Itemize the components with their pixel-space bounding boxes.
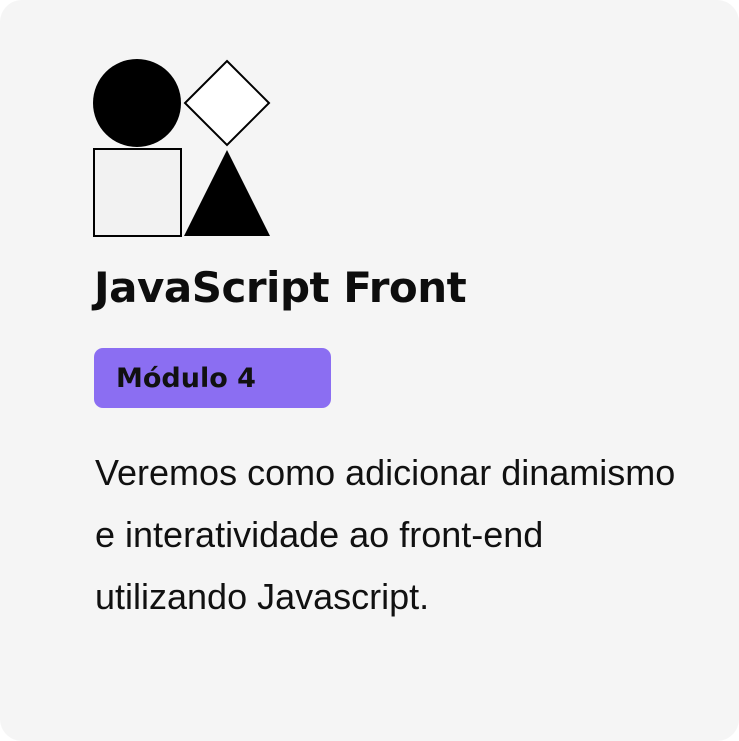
square-shape bbox=[93, 148, 182, 237]
triangle-shape bbox=[184, 150, 270, 236]
card-description: Veremos como adicionar dinamismo e inter… bbox=[95, 452, 676, 617]
geometric-shapes-icon bbox=[93, 59, 271, 237]
card-title: JavaScript Front bbox=[94, 263, 467, 312]
module-badge: Módulo 4 bbox=[94, 348, 331, 408]
module-badge-label: Módulo 4 bbox=[116, 362, 256, 394]
module-card: JavaScript Front Módulo 4 Veremos como a… bbox=[0, 0, 739, 741]
circle-shape bbox=[93, 59, 181, 147]
diamond-shape bbox=[183, 59, 271, 147]
